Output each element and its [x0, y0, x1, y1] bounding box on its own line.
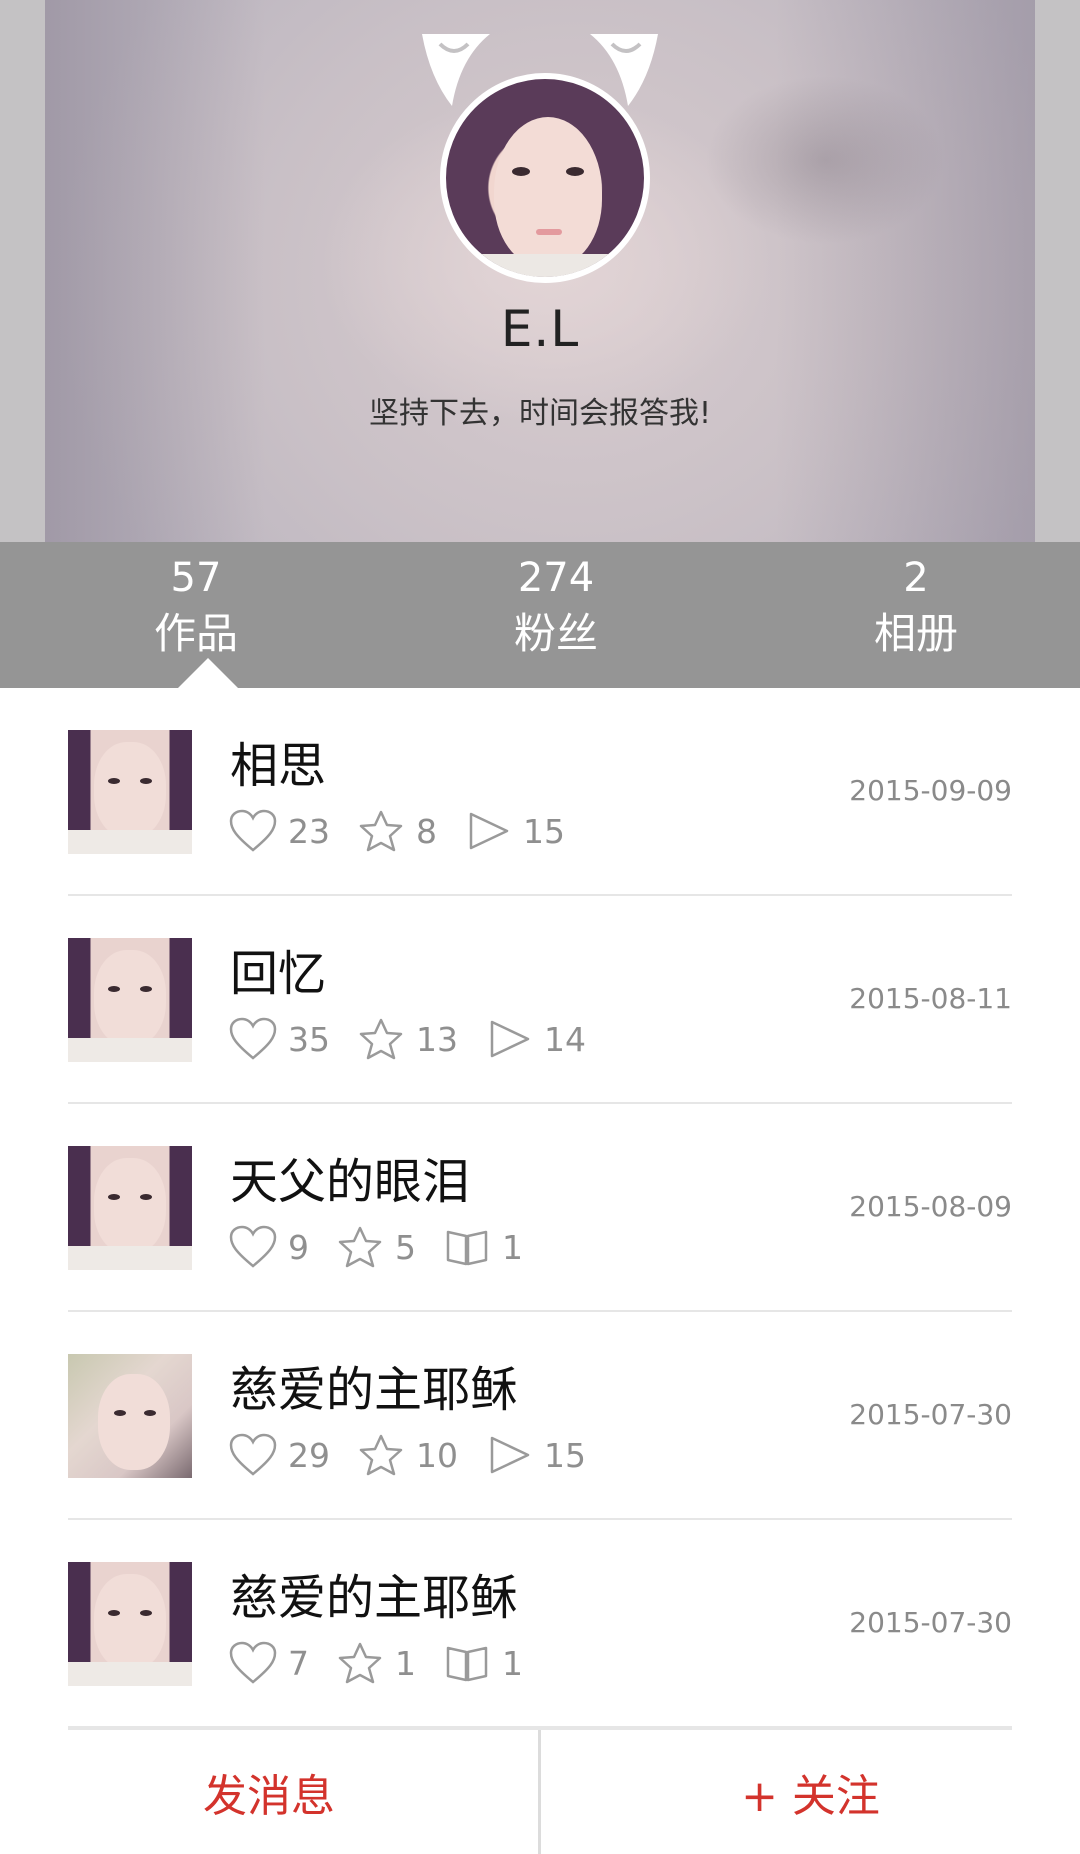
works-label: 作品 [153, 609, 238, 658]
work-thumbnail[interactable] [68, 1562, 192, 1686]
star-icon[interactable] [356, 1432, 406, 1478]
work-date: 2015-07-30 [849, 1606, 1012, 1639]
work-thumbnail[interactable] [68, 1146, 192, 1270]
works-count: 57 [170, 555, 222, 601]
favorite-count: 8 [416, 811, 437, 851]
stats-bar: 57 作品 274 粉丝 2 相册 [0, 542, 1080, 688]
work-date: 2015-09-09 [849, 774, 1012, 807]
favorite-count: 1 [395, 1643, 416, 1683]
avatar[interactable] [420, 28, 660, 288]
heart-icon[interactable] [228, 1432, 278, 1478]
profile-motto: 坚持下去，时间会报答我! [368, 396, 712, 431]
favorite-count: 10 [416, 1435, 458, 1475]
heart-icon[interactable] [228, 808, 278, 854]
play-count: 14 [544, 1019, 586, 1059]
work-title: 天父的眼泪 [230, 1154, 471, 1210]
favorite-count: 13 [416, 1019, 458, 1059]
avatar-photo [440, 73, 650, 283]
tab-albums[interactable]: 2 相册 [736, 542, 1080, 688]
like-count: 9 [288, 1227, 309, 1267]
star-icon[interactable] [335, 1640, 385, 1686]
profile-name: E.L [500, 300, 580, 358]
read-count: 1 [502, 1227, 523, 1267]
work-title: 慈爱的主耶稣 [230, 1362, 519, 1418]
profile-header: E.L 坚持下去，时间会报答我! [0, 0, 1080, 542]
star-icon[interactable] [335, 1224, 385, 1270]
albums-count: 2 [903, 555, 929, 601]
star-icon[interactable] [356, 1016, 406, 1062]
book-icon [442, 1640, 492, 1686]
heart-icon[interactable] [228, 1224, 278, 1270]
work-title: 相思 [230, 738, 327, 794]
send-message-button[interactable]: 发消息 [0, 1730, 538, 1854]
work-row[interactable]: 回忆 35 13 14 2015-08-11 [68, 896, 1012, 1104]
work-row[interactable]: 相思 23 8 15 2015-09-09 [68, 688, 1012, 896]
work-stats: 29 10 15 [228, 1430, 612, 1480]
work-title: 回忆 [230, 946, 327, 1002]
work-stats: 23 8 15 [228, 806, 591, 856]
heart-icon[interactable] [228, 1640, 278, 1686]
heart-icon[interactable] [228, 1016, 278, 1062]
work-row[interactable]: 天父的眼泪 9 5 1 2015-08-09 [68, 1104, 1012, 1312]
work-title: 慈爱的主耶稣 [230, 1570, 519, 1626]
active-tab-pointer [178, 658, 238, 688]
work-row[interactable]: 慈爱的主耶稣 7 1 1 2015-07-30 [68, 1520, 1012, 1728]
albums-label: 相册 [873, 609, 958, 658]
cover-shade-right [775, 0, 1035, 542]
like-count: 7 [288, 1643, 309, 1683]
read-count: 1 [502, 1643, 523, 1683]
like-count: 23 [288, 811, 330, 851]
tab-fans[interactable]: 274 粉丝 [376, 542, 736, 688]
work-stats: 9 5 1 [228, 1222, 549, 1272]
work-stats: 7 1 1 [228, 1638, 549, 1688]
star-icon[interactable] [356, 808, 406, 854]
follow-button[interactable]: + 关注 [541, 1730, 1080, 1854]
cover-shade-left [45, 0, 265, 542]
work-row[interactable]: 慈爱的主耶稣 29 10 15 2015-07-30 [68, 1312, 1012, 1520]
work-date: 2015-08-09 [849, 1190, 1012, 1223]
work-stats: 35 13 14 [228, 1014, 612, 1064]
play-count: 15 [544, 1435, 586, 1475]
work-thumbnail[interactable] [68, 730, 192, 854]
action-bar: 发消息 + 关注 [0, 1728, 1080, 1854]
like-count: 35 [288, 1019, 330, 1059]
work-date: 2015-07-30 [849, 1398, 1012, 1431]
work-thumbnail[interactable] [68, 1354, 192, 1478]
work-date: 2015-08-11 [849, 982, 1012, 1015]
like-count: 29 [288, 1435, 330, 1475]
play-count: 15 [523, 811, 565, 851]
book-icon [442, 1224, 492, 1270]
play-icon [463, 808, 513, 854]
favorite-count: 5 [395, 1227, 416, 1267]
play-icon [484, 1016, 534, 1062]
play-icon [484, 1432, 534, 1478]
fans-count: 274 [517, 555, 595, 601]
work-thumbnail[interactable] [68, 938, 192, 1062]
fans-label: 粉丝 [513, 609, 598, 658]
